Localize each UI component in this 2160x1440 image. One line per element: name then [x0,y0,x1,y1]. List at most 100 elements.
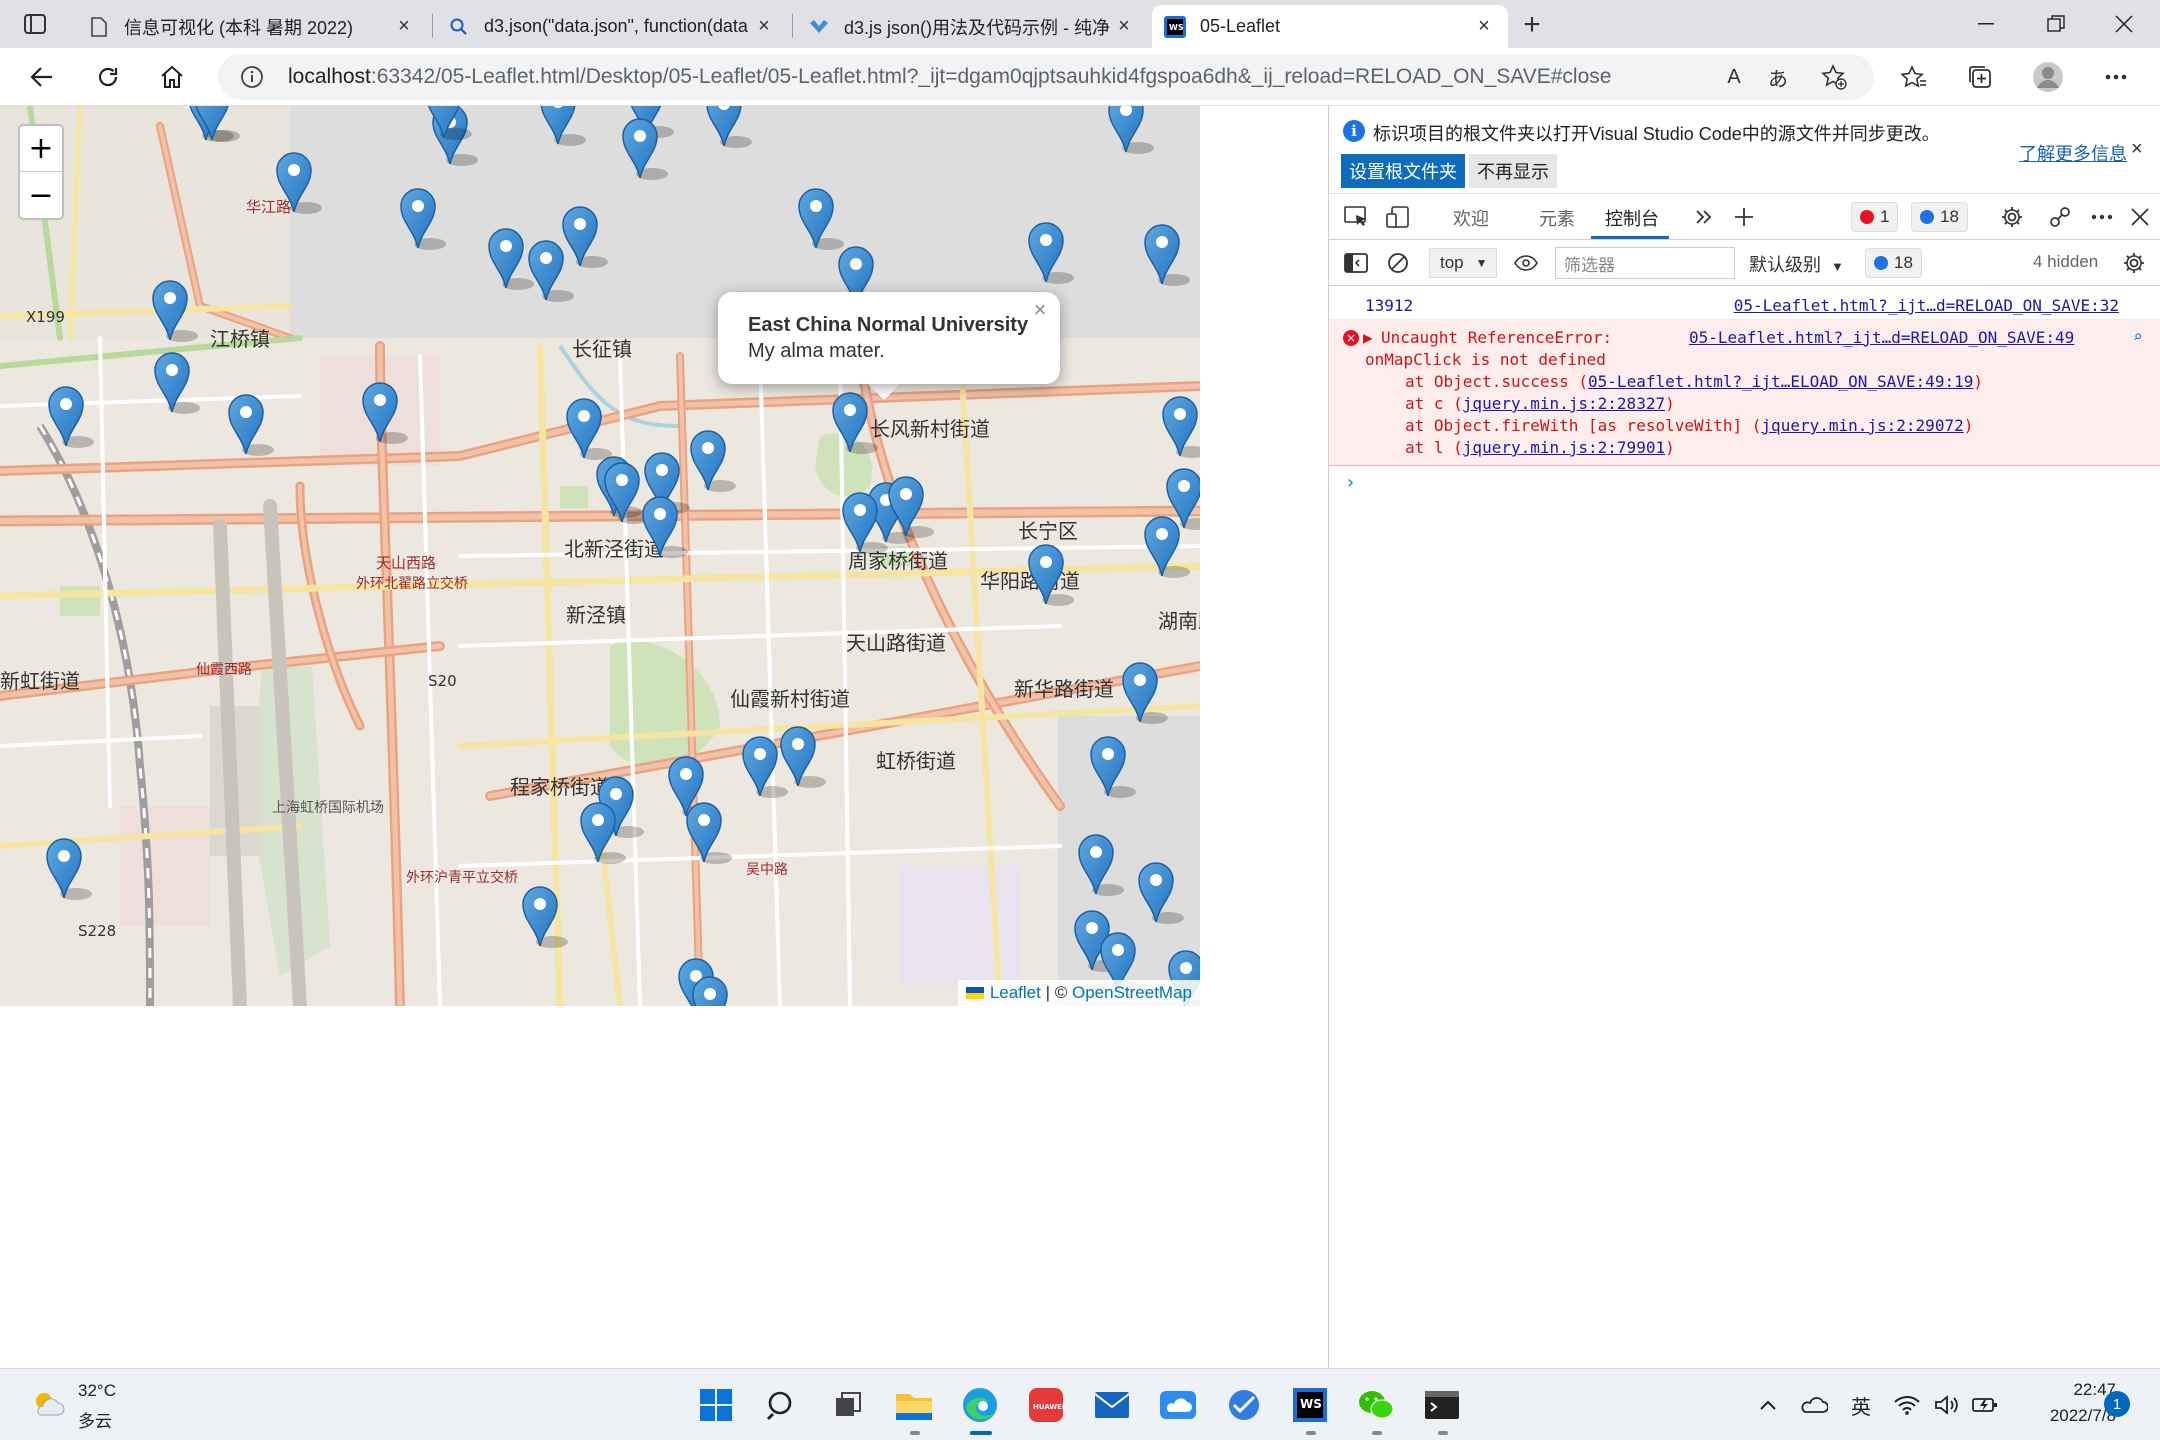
device-emulation-icon[interactable] [1383,202,1413,232]
back-icon[interactable] [22,59,62,95]
translate-icon[interactable]: あ [1762,62,1794,92]
log-source-link[interactable]: 05-Leaflet.html?_ijt…d=RELOAD_ON_SAVE:32 [1734,296,2119,315]
console-prompt[interactable]: › [1345,472,1356,493]
learn-more-link[interactable]: 了解更多信息 [2019,140,2127,166]
task-view-icon[interactable] [826,1383,870,1427]
set-root-folder-button[interactable]: 设置根文件夹 [1341,154,1465,188]
weather-partly-cloudy-icon[interactable] [30,1387,66,1423]
tab-d3-json-doc[interactable]: d3.js json()用法及代码示例 - 纯净 × [796,5,1148,48]
tab-leaflet-active[interactable]: WS 05-Leaflet × [1152,5,1508,48]
map-tiles[interactable]: 江桥镇 长征镇 长风新村街道 长宁区 北新泾街道 周家桥街道 华阳路街道 新泾镇… [0,106,1200,1006]
close-window-icon[interactable] [2094,6,2154,42]
ukraine-flag-icon [965,987,984,999]
close-devtools-icon[interactable] [2125,202,2155,232]
inspect-icon[interactable] [1341,202,1371,232]
site-info-icon[interactable] [238,63,266,91]
console-settings-gear-icon[interactable] [2119,248,2149,278]
zoom-out-button[interactable]: − [20,172,62,218]
hidden-messages-count: 4 hidden [2033,252,2099,271]
error-count-badge[interactable]: 1 [1851,202,1899,232]
input-method-indicator[interactable]: 英 [1846,1389,1876,1421]
customize-menu-icon[interactable] [2087,202,2117,232]
collections-icon[interactable] [1960,59,2000,95]
wifi-icon[interactable] [1892,1389,1922,1421]
home-icon[interactable] [152,59,192,95]
tab-d3-search[interactable]: d3.json("data.json", function(data × [436,5,788,48]
zoom-in-button[interactable]: + [20,126,62,172]
dont-show-again-button[interactable]: 不再显示 [1469,154,1557,188]
map-label: 华阳路街道 [980,569,1080,593]
restore-icon[interactable] [2026,6,2086,42]
sidebar-toggle-icon[interactable] [1341,248,1371,278]
huawei-app-icon[interactable]: HUAWEI [1024,1383,1068,1427]
show-hidden-icons-chevron-icon[interactable] [1756,1389,1780,1421]
terminal-icon[interactable] [1420,1383,1464,1427]
add-favorite-icon[interactable] [1818,62,1850,92]
refresh-icon[interactable] [88,59,128,95]
address-bar[interactable]: localhost:63342/05-Leaflet.html/Desktop/… [218,54,1874,100]
settings-gear-icon[interactable] [1997,202,2027,232]
close-icon[interactable]: × [392,15,416,39]
expand-arrow-icon[interactable]: ▶ [1363,328,1373,347]
close-icon[interactable]: × [1112,15,1136,39]
map-label: S228 [78,922,116,940]
favorites-icon[interactable] [1894,59,1934,95]
read-aloud-icon[interactable]: A [1718,62,1750,92]
stack-frame-text: at Object.fireWith [as resolveWith] ( [1405,416,1762,435]
stack-frame-link[interactable]: jquery.min.js:2:29072 [1761,416,1963,435]
popup-close-button[interactable]: × [1028,297,1052,322]
tab-actions-icon[interactable] [18,10,52,38]
tab-welcome[interactable]: 欢迎 [1453,205,1489,231]
console-toolbar: top ▼ 筛选器 默认级别 ▼ 18 4 hidden [1329,240,2160,286]
onedrive-cloud-icon[interactable] [1156,1383,1200,1427]
more-menu-icon[interactable] [2096,59,2136,95]
file-explorer-icon[interactable] [892,1383,936,1427]
marker-dot [1086,922,1098,934]
mail-icon[interactable] [1090,1383,1134,1427]
screen: 信息可视化 (本科 暑期 2022) × d3.json("data.json"… [0,0,2160,1440]
stack-frame-text: at l ( [1405,438,1463,457]
wechat-icon[interactable] [1354,1383,1398,1427]
leaflet-link[interactable]: Leaflet [990,983,1041,1003]
clear-console-icon[interactable] [1383,248,1413,278]
battery-charging-icon[interactable] [1970,1389,2000,1421]
log-levels-dropdown[interactable]: 默认级别 ▼ [1749,251,1844,277]
leaflet-map[interactable]: 江桥镇 长征镇 长风新村街道 长宁区 北新泾街道 周家桥街道 华阳路街道 新泾镇… [0,106,1200,1006]
close-icon[interactable]: × [2131,138,2143,161]
message-filter-badge[interactable]: 18 [1865,248,1922,278]
edge-browser-icon[interactable] [958,1383,1002,1427]
search-icon[interactable] [760,1383,804,1427]
new-tab-button[interactable]: + [1514,8,1550,42]
osm-link[interactable]: OpenStreetMap [1072,983,1192,1003]
vpn-app-icon[interactable] [1222,1383,1266,1427]
tab-console[interactable]: 控制台 [1605,205,1659,231]
add-tool-icon[interactable] [1729,202,1759,232]
url-text[interactable]: localhost:63342/05-Leaflet.html/Desktop/… [288,65,1611,89]
onedrive-tray-cloud-icon[interactable] [1798,1389,1830,1421]
context-selector[interactable]: top ▼ [1429,248,1497,278]
console-filter-input[interactable]: 筛选器 [1555,247,1735,279]
search-icon[interactable]: ⌕ [2133,327,2143,346]
stack-frame-link[interactable]: jquery.min.js:2:79901 [1463,438,1665,457]
stack-frame-link[interactable]: jquery.min.js:2:28327 [1463,394,1665,413]
minimize-icon[interactable] [1956,6,2016,42]
clock-date[interactable]: 2022/7/8 [2020,1406,2116,1426]
live-expression-eye-icon[interactable] [1511,248,1541,278]
more-tabs-icon[interactable] [1689,202,1719,232]
error-source-link[interactable]: 05-Leaflet.html?_ijt…d=RELOAD_ON_SAVE:49 [1689,328,2074,347]
marker-dot [534,898,546,910]
connect-icon[interactable] [2045,202,2075,232]
volume-icon[interactable] [1932,1389,1962,1421]
tab-elements[interactable]: 元素 [1539,205,1575,231]
webstorm-icon[interactable]: WS [1288,1383,1332,1427]
notification-badge[interactable]: 1 [2104,1391,2130,1417]
close-icon[interactable]: × [1472,15,1496,39]
close-icon[interactable]: × [752,15,776,39]
clock-time[interactable]: 22:47 [2020,1380,2116,1400]
marker-dot [1174,408,1186,420]
stack-frame-link[interactable]: 05-Leaflet.html?_ijt…ELOAD_ON_SAVE:49:19 [1588,372,1973,391]
start-windows-icon[interactable] [694,1383,738,1427]
message-count-badge[interactable]: 18 [1911,202,1968,232]
tab-info-vis[interactable]: 信息可视化 (本科 暑期 2022) × [76,5,428,48]
profile-avatar[interactable] [2028,59,2068,95]
